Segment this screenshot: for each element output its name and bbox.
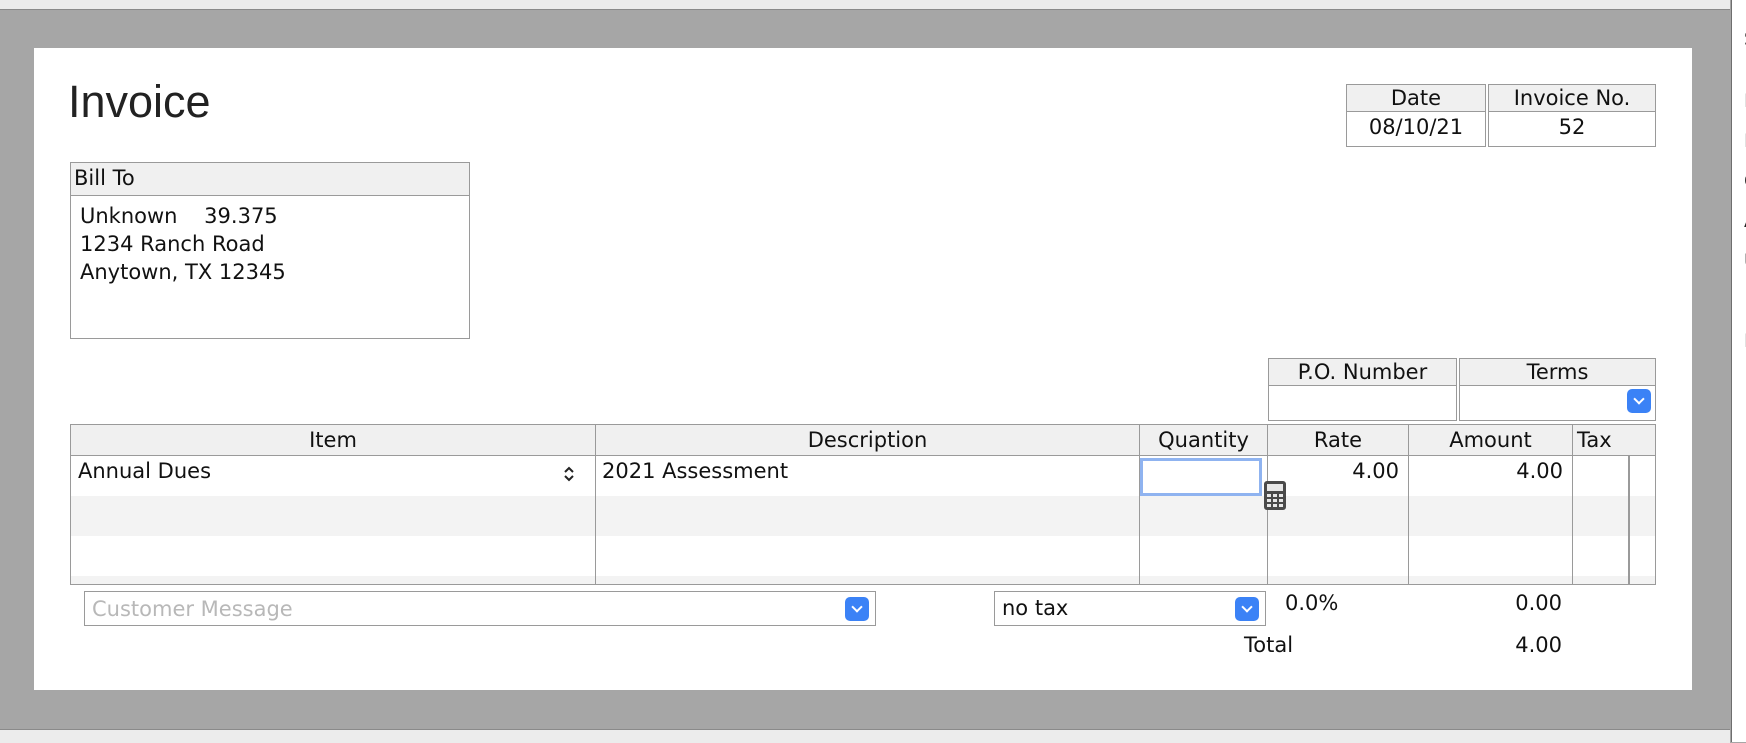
bill-to-box: Bill To Unknown 39.375 1234 Ranch Road A… xyxy=(70,162,470,339)
total-value: 4.00 xyxy=(1515,633,1562,657)
quantity-input[interactable] xyxy=(1140,458,1262,496)
item-cell[interactable]: Annual Dues xyxy=(78,456,211,486)
bill-to-label: Bill To xyxy=(71,163,469,196)
terms-label: Terms xyxy=(1460,359,1655,386)
date-field[interactable]: 08/10/21 xyxy=(1347,112,1485,142)
rate-cell[interactable]: 4.00 xyxy=(1268,456,1399,486)
calculator-icon[interactable] xyxy=(1263,480,1287,511)
table-row-stripe xyxy=(71,576,1655,584)
table-scrollbar-edge[interactable] xyxy=(1628,455,1630,584)
column-header-item[interactable]: Item xyxy=(71,425,596,455)
tax-select[interactable]: no tax xyxy=(994,591,1266,626)
side-panel-edge[interactable]: S I I C A U I xyxy=(1731,0,1746,742)
date-label: Date xyxy=(1347,85,1485,112)
table-row-stripe xyxy=(71,496,1655,536)
tax-select-value: no tax xyxy=(1002,596,1069,620)
total-label: Total xyxy=(1244,633,1294,657)
line-items-table: Item Description Quantity Rate Amount Ta… xyxy=(70,424,1656,585)
customer-message-input[interactable] xyxy=(85,592,792,625)
column-divider xyxy=(595,455,596,584)
description-cell[interactable]: 2021 Assessment xyxy=(602,456,788,486)
bill-to-line: 1234 Ranch Road xyxy=(80,232,265,256)
amount-cell[interactable]: 4.00 xyxy=(1409,456,1563,486)
po-number-box: P.O. Number xyxy=(1268,358,1457,421)
date-box: Date 08/10/21 xyxy=(1346,84,1486,147)
column-header-quantity[interactable]: Quantity xyxy=(1140,425,1268,455)
chevron-down-icon[interactable] xyxy=(1627,389,1651,413)
window-bottom-bar xyxy=(0,729,1730,743)
customer-message-combo[interactable] xyxy=(84,591,876,626)
column-header-rate[interactable]: Rate xyxy=(1268,425,1409,455)
bill-to-address[interactable]: Unknown 39.375 1234 Ranch Road Anytown, … xyxy=(71,196,469,286)
window-top-bar xyxy=(0,0,1730,10)
bill-to-line: Unknown 39.375 xyxy=(80,204,278,228)
invoice-number-field[interactable]: 52 xyxy=(1489,112,1655,142)
column-header-description[interactable]: Description xyxy=(596,425,1140,455)
invoice-title: Invoice xyxy=(68,76,211,127)
terms-box: Terms xyxy=(1459,358,1656,421)
invoice-number-box: Invoice No. 52 xyxy=(1488,84,1656,147)
chevron-down-icon[interactable] xyxy=(1235,597,1259,621)
po-number-label: P.O. Number xyxy=(1269,359,1456,386)
table-header-row: Item Description Quantity Rate Amount Ta… xyxy=(71,425,1655,456)
chevron-down-icon[interactable] xyxy=(845,597,869,621)
column-header-tax[interactable]: Tax xyxy=(1573,425,1655,455)
bill-to-line: Anytown, TX 12345 xyxy=(80,260,286,284)
column-divider xyxy=(1572,455,1573,584)
invoice-number-label: Invoice No. xyxy=(1489,85,1655,112)
tax-rate: 0.0% xyxy=(1285,591,1339,615)
tax-amount: 0.00 xyxy=(1515,591,1562,615)
column-header-amount[interactable]: Amount xyxy=(1409,425,1573,455)
up-down-chevron-icon[interactable] xyxy=(563,465,575,483)
